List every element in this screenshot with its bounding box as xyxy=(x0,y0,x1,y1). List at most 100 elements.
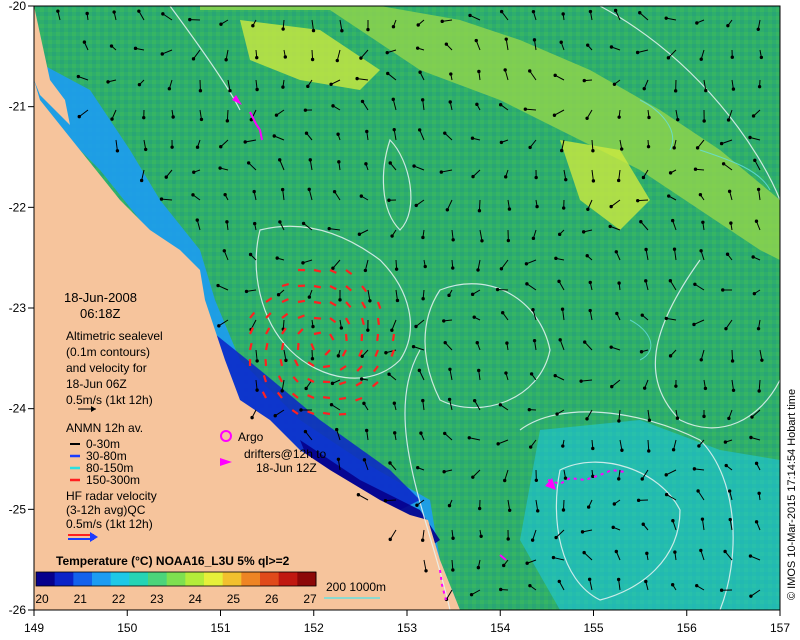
velocity-arrow-head xyxy=(583,340,587,344)
velocity-arrow-head xyxy=(281,85,285,89)
lat-tick-label: -26 xyxy=(9,603,27,617)
anmn-arrow xyxy=(344,333,348,342)
velocity-arrow-head xyxy=(366,328,370,332)
velocity-arrow-head xyxy=(557,279,561,284)
lat-tick-label: -25 xyxy=(9,502,27,516)
velocity-arrow-head xyxy=(664,473,668,477)
velocity-arrow-head xyxy=(283,55,288,59)
velocity-arrow-head xyxy=(82,40,87,44)
velocity-arrow-head xyxy=(719,141,724,146)
velocity-arrow-head xyxy=(161,12,165,16)
velocity-arrow-head xyxy=(529,445,533,449)
velocity-arrow-head xyxy=(667,194,671,198)
velocity-arrow-head xyxy=(448,367,452,371)
velocity-arrow-head xyxy=(757,84,762,89)
velocity-arrow-head xyxy=(419,431,423,435)
velocity-arrow-head xyxy=(337,160,341,164)
anmn-arrow xyxy=(322,411,331,416)
velocity-arrow-head xyxy=(195,218,199,222)
velocity-arrow-head xyxy=(561,12,565,16)
velocity-arrow-head xyxy=(355,76,359,81)
colorbar-cell xyxy=(185,572,205,586)
lat-tick-label: -21 xyxy=(9,100,27,114)
velocity-arrow-head xyxy=(554,535,558,540)
velocity-arrow-head xyxy=(451,238,455,242)
velocity-arrow-head xyxy=(244,289,249,294)
velocity-arrow-head xyxy=(301,221,306,226)
velocity-arrow-head xyxy=(555,412,559,416)
velocity-arrow-head xyxy=(505,341,509,345)
velocity-arrow-head xyxy=(115,149,120,153)
velocity-arrow-head xyxy=(613,8,618,13)
velocity-arrow-head xyxy=(395,298,400,303)
velocity-arrow-head xyxy=(133,46,138,51)
colorbar-tick-label: 24 xyxy=(188,592,202,606)
velocity-arrow-head xyxy=(672,146,676,150)
velocity-arrow-head xyxy=(411,344,416,349)
velocity-arrow-head xyxy=(668,354,673,358)
velocity-arrow-head xyxy=(139,178,144,183)
velocity-arrow-head xyxy=(498,103,503,107)
colorbar-cell xyxy=(204,572,224,586)
velocity-arrow-head xyxy=(695,21,699,25)
velocity-arrow-head xyxy=(499,9,504,14)
velocity-arrow-head xyxy=(280,389,284,393)
velocity-arrow-head xyxy=(534,478,539,483)
velocity-arrow-head xyxy=(609,345,613,349)
velocity-arrow-head xyxy=(551,555,556,560)
velocity-arrow-head xyxy=(507,508,512,512)
velocity-arrow-head xyxy=(476,565,481,570)
velocity-arrow-head xyxy=(249,117,254,122)
anmn-arrow xyxy=(391,333,396,342)
anmn-arrow xyxy=(313,300,322,305)
velocity-arrow-head xyxy=(726,23,730,28)
velocity-arrow-head xyxy=(336,132,340,136)
lat-tick-label: -23 xyxy=(9,301,27,315)
velocity-arrow-head xyxy=(611,525,615,530)
velocity-arrow-head xyxy=(307,187,311,192)
velocity-arrow-head xyxy=(416,23,420,27)
lon-tick-label: 149 xyxy=(24,621,44,635)
velocity-arrow-head xyxy=(274,113,279,117)
velocity-arrow-head xyxy=(224,58,228,62)
velocity-arrow-head xyxy=(278,220,282,224)
velocity-arrow-head xyxy=(248,252,253,257)
colorbar-tick-label: 20 xyxy=(35,592,49,606)
velocity-arrow-head xyxy=(339,326,344,330)
velocity-arrow-head xyxy=(170,145,174,149)
velocity-arrow-head xyxy=(664,492,669,497)
anmn-arrow xyxy=(313,316,322,320)
velocity-arrow-head xyxy=(699,358,703,362)
colorbar-tick-label: 21 xyxy=(74,592,88,606)
svg-text:150-300m: 150-300m xyxy=(86,473,140,487)
colorbar-cell xyxy=(129,572,149,586)
velocity-arrow-head xyxy=(754,219,759,223)
velocity-arrow-head xyxy=(228,89,232,93)
velocity-arrow-head xyxy=(218,166,222,170)
velocity-arrow-head xyxy=(532,38,537,42)
velocity-arrow-head xyxy=(364,162,368,166)
velocity-arrow-head xyxy=(217,324,221,328)
colorbar-cell xyxy=(92,572,112,586)
drifters-line-1: drifters@12h to xyxy=(244,447,327,461)
velocity-arrow-head xyxy=(255,359,259,363)
velocity-arrow-head xyxy=(698,192,703,197)
velocity-arrow-head xyxy=(620,448,624,452)
velocity-arrow-head xyxy=(412,164,416,168)
anmn-arrow xyxy=(264,342,269,351)
anmn-arrow xyxy=(376,333,380,342)
velocity-arrow-head xyxy=(357,232,362,236)
velocity-arrow-head xyxy=(695,146,700,150)
velocity-arrow-head xyxy=(225,220,229,224)
anmn-arrow xyxy=(280,342,285,351)
velocity-arrow-head xyxy=(641,522,645,526)
colorbar-tick-label: 26 xyxy=(265,592,279,606)
velocity-arrow-head xyxy=(255,388,259,392)
velocity-arrow-head xyxy=(701,220,705,224)
velocity-arrow-head xyxy=(198,89,203,93)
velocity-arrow-head xyxy=(216,283,220,288)
velocity-arrow-head xyxy=(503,68,507,72)
velocity-arrow-head xyxy=(700,517,705,521)
velocity-arrow-head xyxy=(366,27,370,32)
velocity-arrow-head xyxy=(673,89,678,93)
